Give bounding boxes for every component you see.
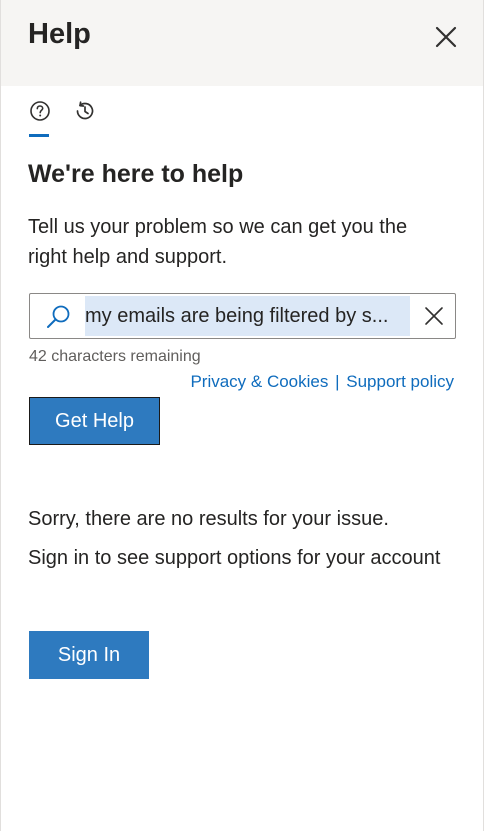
question-circle-icon xyxy=(30,101,50,121)
sign-in-prompt: Sign in to see support options for your … xyxy=(28,547,441,569)
panel-title: Help xyxy=(28,18,91,50)
tab-history[interactable] xyxy=(70,96,100,126)
support-policy-link[interactable]: Support policy xyxy=(346,372,454,391)
close-icon xyxy=(435,26,457,48)
no-results-message: Sorry, there are no results for your iss… xyxy=(28,508,389,530)
panel-header: Help xyxy=(1,0,483,86)
clear-icon[interactable] xyxy=(423,305,445,327)
search-icon xyxy=(47,305,70,328)
search-box[interactable] xyxy=(29,293,456,339)
history-icon xyxy=(76,101,94,120)
tab-help[interactable] xyxy=(25,96,55,126)
page-heading: We're here to help xyxy=(28,160,244,188)
help-panel: Help We're here to help Tell us your pro… xyxy=(0,0,484,831)
characters-remaining: 42 characters remaining xyxy=(29,348,201,365)
privacy-cookies-link[interactable]: Privacy & Cookies xyxy=(190,372,328,391)
sign-in-button[interactable]: Sign In xyxy=(29,631,149,679)
search-input[interactable] xyxy=(85,296,410,336)
get-help-button[interactable]: Get Help xyxy=(29,397,160,445)
description-text: Tell us your problem so we can get you t… xyxy=(28,216,408,268)
policy-links: Privacy & Cookies | Support policy xyxy=(190,372,454,392)
close-button[interactable] xyxy=(429,20,463,54)
link-separator: | xyxy=(335,372,340,391)
active-tab-indicator xyxy=(29,134,49,137)
